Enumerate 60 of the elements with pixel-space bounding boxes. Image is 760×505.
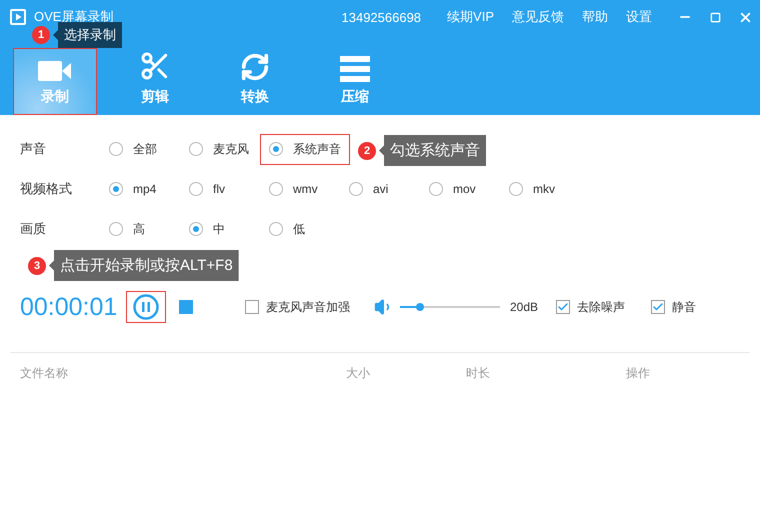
checkbox-label: 麦克风声音加强 [266, 298, 350, 316]
option-label: flv [213, 182, 225, 196]
option-label: wmv [293, 182, 318, 196]
record-timer: 00:00:01 [20, 292, 118, 322]
option-label: 中 [213, 220, 225, 238]
checkbox-label: 去除噪声 [577, 298, 626, 316]
radio-button[interactable] [269, 222, 283, 236]
option-label: mp4 [133, 182, 156, 196]
refresh-icon [240, 52, 270, 82]
maximize-icon [710, 12, 720, 22]
column-header: 时长 [466, 365, 491, 382]
option-label: 全部 [133, 140, 157, 158]
stop-button[interactable] [179, 300, 193, 314]
radio-button[interactable] [189, 222, 203, 236]
tooltip: 勾选系统声音 [379, 135, 486, 166]
header-link[interactable]: 帮助 [582, 8, 608, 26]
option-label: 低 [293, 220, 305, 238]
video-camera-icon [38, 60, 72, 82]
radio-button[interactable] [109, 182, 123, 196]
radio-button[interactable] [109, 142, 123, 156]
tooltip: 点击开始录制或按ALT+F8 [49, 250, 239, 281]
checkbox-label: 静音 [672, 298, 696, 316]
pause-button[interactable] [126, 291, 166, 323]
option-label: mkv [533, 182, 555, 196]
play-logo-icon [10, 9, 26, 25]
toolbar-tab[interactable]: 剪辑 [113, 48, 197, 115]
radio-button[interactable] [109, 222, 123, 236]
checkbox[interactable] [556, 300, 570, 314]
toolbar-tab[interactable]: 压缩 [313, 48, 397, 115]
column-header: 操作 [626, 365, 651, 382]
option-label: 高 [133, 220, 145, 238]
radio-button[interactable] [509, 182, 523, 196]
radio-button[interactable] [269, 182, 283, 196]
volume-reading: 20dB [510, 300, 538, 314]
checkbox[interactable] [651, 300, 666, 314]
header-link[interactable]: 意见反馈 [512, 8, 564, 26]
checkbox[interactable] [245, 300, 259, 314]
option-label: mov [453, 182, 476, 196]
option-label: 系统声音 [293, 140, 341, 158]
radio-button[interactable] [189, 182, 203, 196]
header-link[interactable]: 设置 [626, 8, 652, 26]
column-header: 大小 [346, 365, 371, 382]
step-badge: 3 [28, 256, 46, 274]
option-label: avi [373, 182, 388, 196]
option-label: 麦克风 [213, 140, 249, 158]
radio-button[interactable] [429, 182, 443, 196]
setting-label: 视频格式 [20, 180, 73, 198]
radio-button[interactable] [349, 182, 363, 196]
radio-button[interactable] [269, 142, 283, 156]
stacked-bars-icon [340, 56, 370, 82]
setting-label: 声音 [20, 140, 47, 158]
header-link[interactable]: 续期VIP [447, 8, 494, 26]
tooltip: 选择录制 [53, 22, 122, 48]
account-number: 13492566698 [342, 10, 422, 24]
toolbar-tab[interactable]: 录制 [13, 48, 97, 115]
step-badge: 2 [358, 142, 376, 160]
radio-button[interactable] [189, 142, 203, 156]
toolbar-tab[interactable]: 转换 [213, 48, 297, 115]
setting-label: 画质 [20, 220, 47, 238]
column-header: 文件名称 [20, 365, 69, 382]
